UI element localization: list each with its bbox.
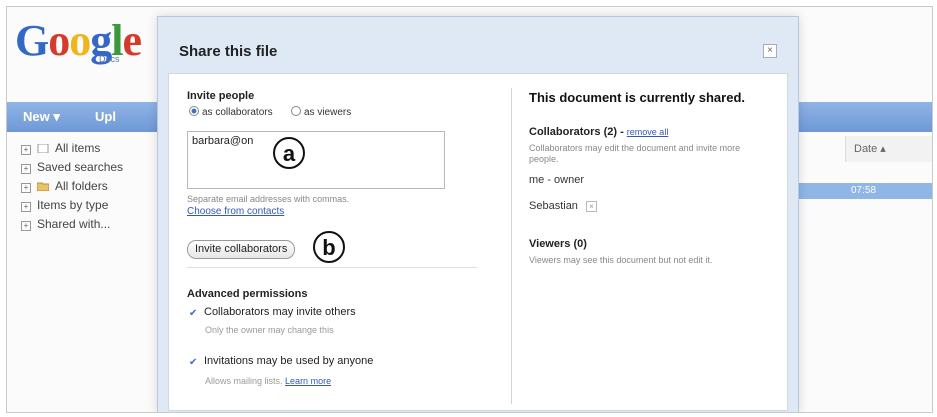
folder-icon bbox=[37, 182, 49, 192]
logo-letter: G bbox=[15, 16, 49, 65]
radio-viewers[interactable]: as viewers bbox=[291, 106, 351, 118]
option-invitations-anyone[interactable]: ✔ Invitations may be used by anyone bbox=[189, 355, 374, 368]
expand-icon[interactable]: + bbox=[21, 183, 31, 193]
sharing-status-panel: This document is currently shared. Colla… bbox=[519, 74, 784, 410]
collaborator-owner: me - owner bbox=[529, 174, 585, 186]
option-subtext-text: Allows mailing lists. bbox=[205, 376, 283, 386]
collaborator-sebastian: Sebastian × bbox=[529, 200, 597, 212]
checkmark-icon[interactable]: ✔ bbox=[189, 309, 198, 319]
new-button[interactable]: New ▾ bbox=[23, 109, 60, 125]
email-hint: Separate email addresses with commas. bbox=[187, 194, 350, 204]
sidebar-item-label: Shared with... bbox=[37, 217, 111, 231]
option-label: Collaborators may invite others bbox=[204, 306, 356, 318]
share-dialog: Share this file × Invite people as colla… bbox=[157, 16, 799, 412]
annotation-badge-a: a bbox=[273, 137, 305, 169]
sidebar-item-saved-searches[interactable]: + Saved searches bbox=[21, 160, 123, 174]
sidebar-item-all-items[interactable]: + All items bbox=[21, 141, 100, 155]
google-logo[interactable]: Google bbox=[15, 15, 142, 66]
logo-subtitle: Docs bbox=[99, 54, 120, 64]
viewers-heading: Viewers (0) bbox=[529, 238, 587, 250]
sidebar-item-label: Items by type bbox=[37, 198, 109, 212]
email-input[interactable]: barbara@on bbox=[187, 131, 445, 189]
viewers-description: Viewers may see this document but not ed… bbox=[529, 255, 713, 265]
option-subtext: Allows mailing lists. Learn more bbox=[205, 376, 331, 386]
expand-icon[interactable]: + bbox=[21, 145, 31, 155]
sharing-status-title: This document is currently shared. bbox=[529, 90, 745, 105]
collaborator-name: Sebastian bbox=[529, 200, 578, 212]
dialog-title: Share this file bbox=[179, 43, 278, 60]
invite-collaborators-button[interactable]: Invite collaborators bbox=[187, 240, 296, 259]
sidebar-item-label: Saved searches bbox=[37, 160, 124, 174]
radio-label: as collaborators bbox=[202, 107, 273, 118]
sidebar-item-shared-with[interactable]: + Shared with... bbox=[21, 217, 110, 231]
close-icon[interactable]: × bbox=[763, 44, 777, 58]
selected-row-time[interactable]: 07:58 bbox=[791, 183, 932, 199]
option-collaborators-invite[interactable]: ✔ Collaborators may invite others bbox=[189, 306, 356, 319]
expand-icon[interactable]: + bbox=[21, 164, 31, 174]
expand-icon[interactable]: + bbox=[21, 221, 31, 231]
radio-collaborators[interactable]: as collaborators bbox=[189, 106, 273, 118]
radio-selected-icon[interactable] bbox=[189, 106, 199, 116]
logo-letter: o bbox=[69, 16, 91, 65]
sidebar-item-items-by-type[interactable]: + Items by type bbox=[21, 198, 108, 212]
screenshot-frame: Google Docs New ▾ Upl + All items + Saved … bbox=[6, 6, 933, 413]
sidebar-item-label: All folders bbox=[55, 179, 108, 193]
collaborators-heading: Collaborators (2) - remove all bbox=[529, 126, 668, 138]
email-value: barbara@on bbox=[192, 135, 254, 147]
radio-icon[interactable] bbox=[291, 106, 301, 116]
radio-label: as viewers bbox=[304, 107, 352, 118]
option-label: Invitations may be used by anyone bbox=[204, 355, 374, 367]
dialog-body: Invite people as collaborators as viewer… bbox=[168, 73, 788, 411]
invite-heading: Invite people bbox=[187, 90, 255, 102]
date-column-header[interactable]: Date ▴ bbox=[845, 136, 932, 162]
sidebar-item-label: All items bbox=[55, 141, 101, 155]
panel-divider bbox=[511, 88, 512, 404]
remove-all-link[interactable]: remove all bbox=[627, 127, 669, 137]
collaborators-description: Collaborators may edit the document and … bbox=[529, 143, 741, 164]
logo-letter: o bbox=[48, 16, 70, 65]
checkmark-icon[interactable]: ✔ bbox=[189, 358, 198, 368]
section-divider bbox=[187, 267, 477, 268]
logo-letter: e bbox=[122, 16, 142, 65]
advanced-permissions-heading: Advanced permissions bbox=[187, 288, 308, 300]
annotation-badge-b: b bbox=[313, 231, 345, 263]
document-icon bbox=[37, 144, 49, 154]
remove-collaborator-icon[interactable]: × bbox=[585, 201, 597, 212]
expand-icon[interactable]: + bbox=[21, 202, 31, 212]
collaborators-heading-text: Collaborators (2) - bbox=[529, 126, 627, 138]
learn-more-link[interactable]: Learn more bbox=[285, 376, 331, 386]
sidebar-item-all-folders[interactable]: + All folders bbox=[21, 179, 108, 193]
option-subtext: Only the owner may change this bbox=[205, 325, 334, 335]
invite-panel: Invite people as collaborators as viewer… bbox=[169, 74, 509, 410]
choose-contacts-link[interactable]: Choose from contacts bbox=[187, 206, 284, 217]
upload-button[interactable]: Upl bbox=[95, 109, 116, 124]
